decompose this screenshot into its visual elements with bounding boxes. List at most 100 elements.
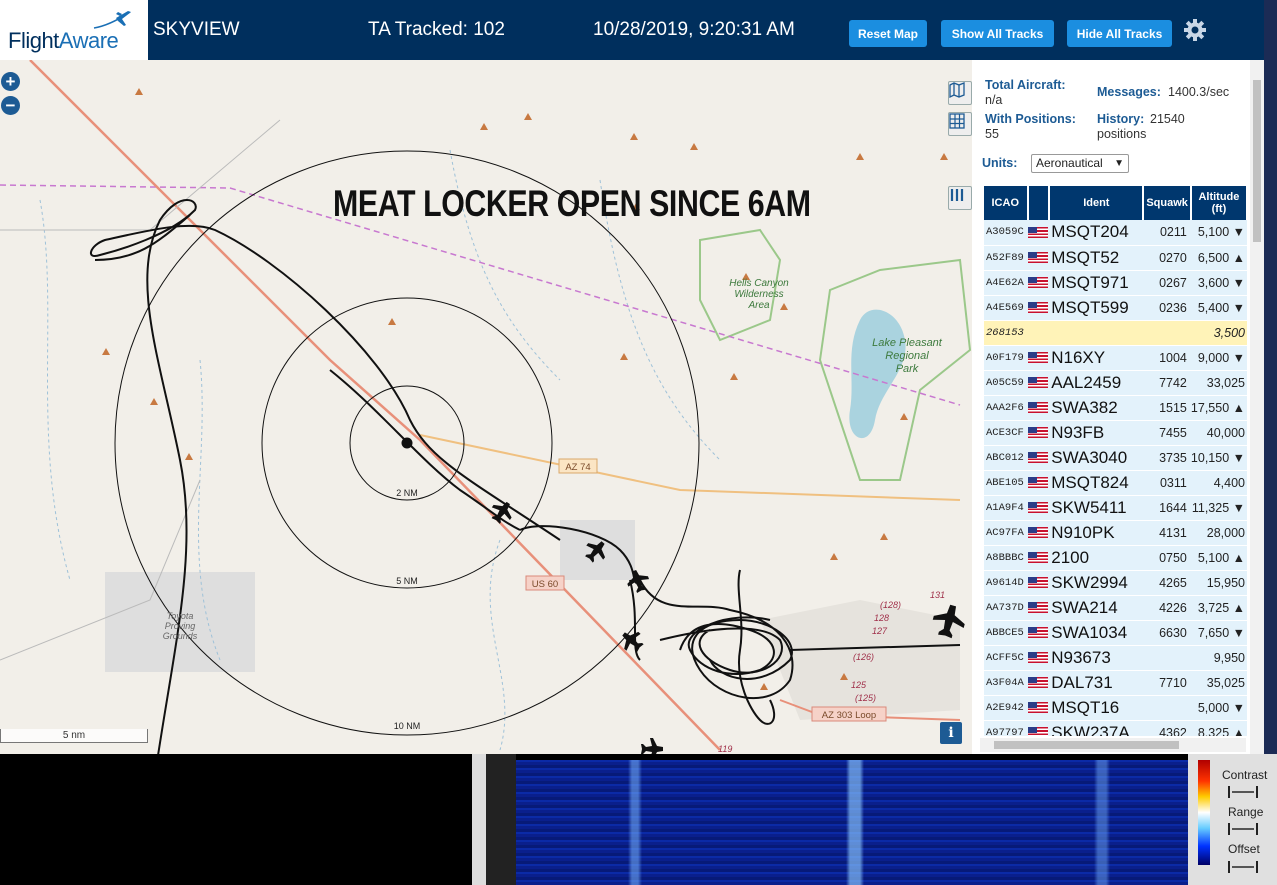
icao-cell: A3F04A bbox=[984, 670, 1028, 696]
flag-cell bbox=[1027, 495, 1050, 521]
altitude-cell: 15,950 bbox=[1190, 570, 1247, 596]
col-altitude[interactable]: Altitude (ft) bbox=[1190, 186, 1248, 220]
map-layer-icon[interactable] bbox=[948, 81, 972, 105]
table-row[interactable]: A0F179 N16XY 1004 9,000 ▼ bbox=[984, 345, 1247, 371]
ident-cell: MSQT16 bbox=[1049, 695, 1144, 721]
aircraft-table-wrap[interactable]: ICAO Ident Squawk Altitude (ft) A3059C MSQ… bbox=[984, 186, 1248, 736]
range-slider[interactable] bbox=[1228, 823, 1258, 835]
show-all-tracks-button[interactable]: Show All Tracks bbox=[941, 20, 1054, 47]
date-time: 10/28/2019, 9:20:31 AM bbox=[593, 19, 795, 40]
icao-cell: ABBCE5 bbox=[984, 620, 1028, 646]
us-flag-icon bbox=[1027, 451, 1048, 463]
icao-cell: A0F179 bbox=[984, 345, 1028, 371]
waterfall-spectrum bbox=[516, 760, 1188, 885]
flag-cell bbox=[1027, 220, 1050, 246]
squawk-cell: 3735 bbox=[1143, 445, 1191, 471]
icao-cell: A9614D bbox=[984, 570, 1028, 596]
altitude-cell: 3,600 ▼ bbox=[1190, 270, 1247, 296]
squawk-cell: 0311 bbox=[1143, 470, 1191, 496]
grid-icon[interactable] bbox=[948, 112, 972, 136]
us-flag-icon bbox=[1027, 576, 1048, 588]
flag-cell bbox=[1027, 645, 1050, 671]
offset-label: Offset bbox=[1228, 842, 1260, 856]
table-row[interactable]: A4E62A MSQT971 0267 3,600 ▼ bbox=[984, 270, 1247, 296]
altitude-cell: 11,325 ▼ bbox=[1190, 495, 1247, 521]
table-row[interactable]: A9614D SKW2994 4265 15,950 bbox=[984, 570, 1247, 596]
map-canvas[interactable]: Hells Canyon Wilderness Area Lake Pleasa… bbox=[0, 60, 972, 754]
contrast-slider[interactable] bbox=[1228, 786, 1258, 798]
app-title: SKYVIEW bbox=[153, 19, 240, 40]
contrast-label: Contrast bbox=[1222, 768, 1268, 782]
altitude-cell: 10,150 ▼ bbox=[1190, 445, 1247, 471]
squawk-cell: 4362 bbox=[1143, 720, 1191, 736]
zoom-out-button[interactable]: − bbox=[1, 96, 20, 115]
svg-text:Park: Park bbox=[896, 363, 919, 375]
table-row[interactable]: ABC012 SWA3040 3735 10,150 ▼ bbox=[984, 445, 1247, 471]
table-row[interactable]: ACE3CF N93FB 7455 40,000 bbox=[984, 420, 1247, 446]
table-row[interactable]: A4E569 MSQT599 0236 5,400 ▼ bbox=[984, 295, 1247, 321]
squawk-cell: 4226 bbox=[1143, 595, 1191, 621]
table-row[interactable]: A3F04A DAL731 7710 35,025 bbox=[984, 670, 1247, 696]
flag-cell bbox=[1027, 570, 1050, 596]
table-row[interactable]: AAA2F6 SWA382 1515 17,550 ▲ bbox=[984, 395, 1247, 421]
reset-map-button[interactable]: Reset Map bbox=[849, 20, 927, 47]
table-row[interactable]: ABBCE5 SWA1034 6630 7,650 ▼ bbox=[984, 620, 1247, 646]
units-select[interactable]: Aeronautical ▼ bbox=[1031, 154, 1129, 173]
ident-cell: N93673 bbox=[1049, 645, 1144, 671]
hide-all-tracks-button[interactable]: Hide All Tracks bbox=[1067, 20, 1172, 47]
table-row[interactable]: AC97FA N910PK 4131 28,000 bbox=[984, 520, 1247, 546]
color-scale-bar bbox=[1198, 760, 1210, 865]
col-ident[interactable]: Ident bbox=[1049, 186, 1145, 220]
altitude-cell: 9,950 bbox=[1190, 645, 1247, 671]
zoom-in-button[interactable]: + bbox=[1, 72, 20, 91]
squawk-cell bbox=[1143, 695, 1191, 721]
table-row[interactable]: 268153 3,500 bbox=[984, 320, 1247, 346]
with-positions-value: 55 bbox=[985, 127, 999, 141]
ident-cell: SKW237A bbox=[1049, 720, 1144, 736]
range-label: Range bbox=[1228, 805, 1264, 819]
icao-cell: A97797 bbox=[984, 720, 1028, 736]
table-row[interactable]: A52F89 MSQT52 0270 6,500 ▲ bbox=[984, 245, 1247, 271]
table-row[interactable]: A05C59 AAL2459 7742 33,025 bbox=[984, 370, 1247, 396]
aircraft-table: ICAO Ident Squawk Altitude (ft) A3059C MSQ… bbox=[984, 186, 1248, 736]
table-row[interactable]: A2E942 MSQT16 5,000 ▼ bbox=[984, 695, 1247, 721]
flag-cell bbox=[1027, 320, 1050, 346]
svg-text:128: 128 bbox=[874, 613, 889, 623]
ident-cell: MSQT52 bbox=[1049, 245, 1144, 271]
altitude-cell: 40,000 bbox=[1190, 420, 1247, 446]
altitude-cell: 5,400 ▼ bbox=[1190, 295, 1247, 321]
us-flag-icon bbox=[1027, 676, 1048, 688]
table-row[interactable]: ACFF5C N93673 9,950 bbox=[984, 645, 1247, 671]
panel-horizontal-scrollbar[interactable] bbox=[980, 738, 1246, 752]
gear-icon[interactable] bbox=[1183, 18, 1207, 42]
waterfall-margin bbox=[486, 754, 516, 885]
flag-cell bbox=[1027, 470, 1050, 496]
top-header: FlightAware SKYVIEW TA Tracked: 102 10/2… bbox=[0, 0, 1264, 60]
aircraft-panel: Total Aircraft: n/a Messages: 1400.3/sec… bbox=[972, 60, 1264, 754]
flag-cell bbox=[1027, 695, 1050, 721]
col-flag[interactable] bbox=[1027, 186, 1051, 220]
columns-icon[interactable] bbox=[948, 186, 972, 210]
svg-text:125: 125 bbox=[851, 680, 867, 690]
table-row[interactable]: ABE105 MSQT824 0311 4,400 bbox=[984, 470, 1247, 496]
table-row[interactable]: A1A9F4 SKW5411 1644 11,325 ▼ bbox=[984, 495, 1247, 521]
map-view[interactable]: Hells Canyon Wilderness Area Lake Pleasa… bbox=[0, 60, 972, 754]
altitude-cell: 9,000 ▼ bbox=[1190, 345, 1247, 371]
table-row[interactable]: A3059C MSQT204 0211 5,100 ▼ bbox=[984, 220, 1247, 246]
panel-vertical-scrollbar[interactable] bbox=[1250, 60, 1264, 754]
us-flag-icon bbox=[1027, 301, 1048, 313]
table-row[interactable]: A8BBBC 2100 0750 5,100 ▲ bbox=[984, 545, 1247, 571]
info-button[interactable]: i bbox=[940, 722, 962, 744]
messages-value: 1400.3/sec bbox=[1168, 85, 1230, 99]
flightaware-logo[interactable]: FlightAware bbox=[0, 0, 148, 60]
messages-label: Messages: bbox=[1097, 85, 1161, 99]
icao-cell: ABE105 bbox=[984, 470, 1028, 496]
svg-text:119: 119 bbox=[718, 744, 732, 754]
offset-slider[interactable] bbox=[1228, 861, 1258, 873]
col-icao[interactable]: ICAO bbox=[984, 186, 1029, 220]
altitude-cell: 3,500 bbox=[1190, 320, 1247, 346]
col-squawk[interactable]: Squawk bbox=[1143, 186, 1192, 220]
altitude-cell: 5,100 ▼ bbox=[1190, 220, 1247, 246]
table-row[interactable]: A97797 SKW237A 4362 8,325 ▲ bbox=[984, 720, 1247, 736]
table-row[interactable]: AA737D SWA214 4226 3,725 ▲ bbox=[984, 595, 1247, 621]
